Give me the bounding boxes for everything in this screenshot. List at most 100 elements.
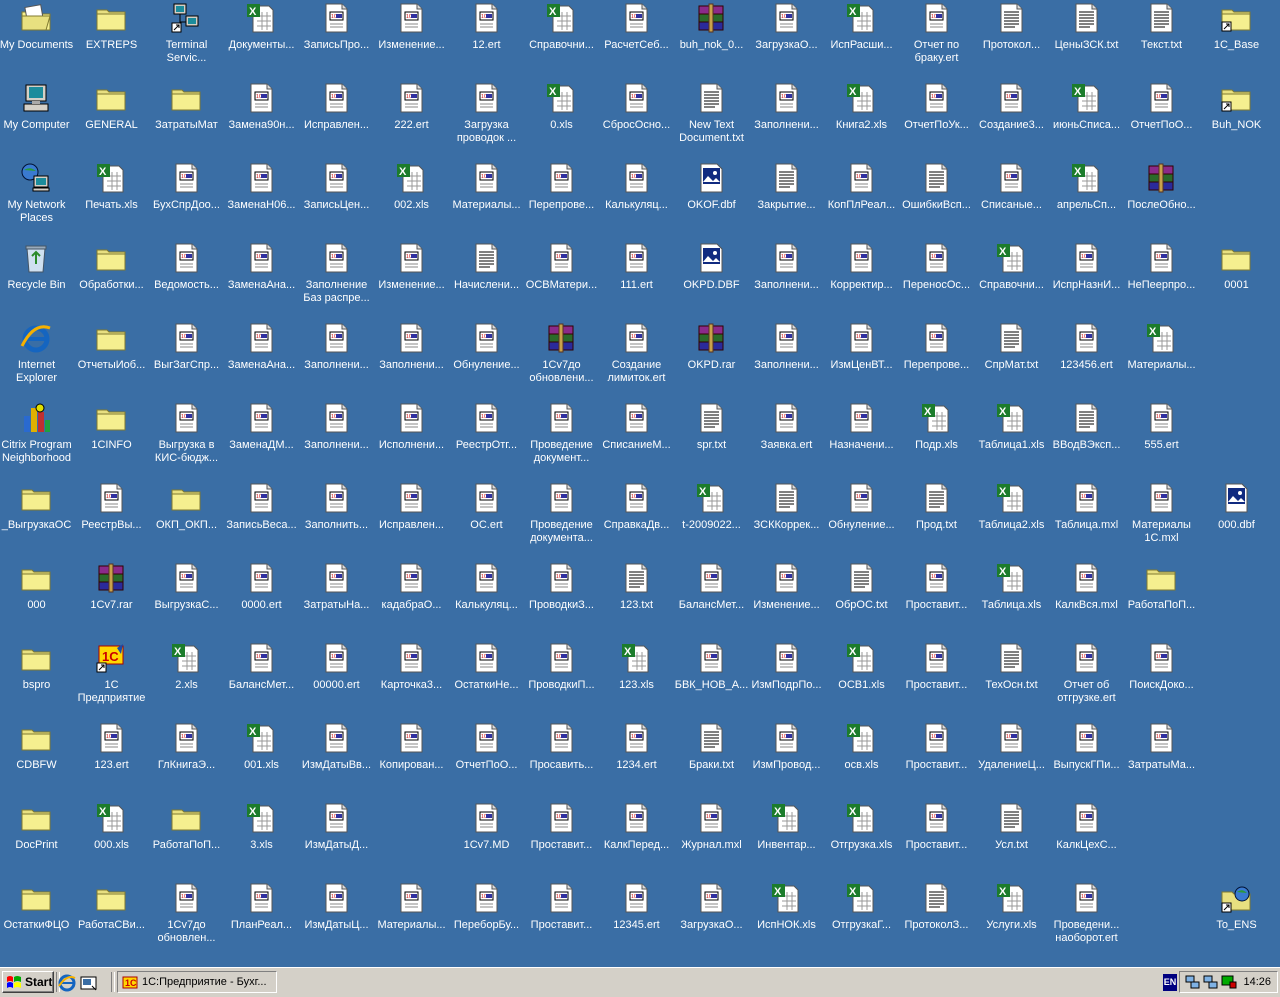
desktop-icon[interactable]: 1C РасчетСеб... — [599, 1, 674, 81]
desktop-icon[interactable]: Начислени... — [449, 241, 524, 321]
desktop-icon[interactable]: 1C Отчет об отгрузке.ert — [1049, 641, 1124, 721]
desktop-icon[interactable]: OKPD.DBF — [674, 241, 749, 321]
desktop-icon[interactable]: Terminal Servic... — [149, 1, 224, 81]
desktop-icon[interactable]: 1C ЗаменаН06... — [224, 161, 299, 241]
desktop-icon[interactable]: Обработки... — [74, 241, 149, 321]
desktop-icon[interactable]: 123.txt — [599, 561, 674, 641]
desktop-icon[interactable]: 1C ВыгЗагСпр... — [149, 321, 224, 401]
desktop-icon[interactable]: 1C Просавить... — [524, 721, 599, 801]
desktop-icon[interactable]: 1C Ведомость... — [149, 241, 224, 321]
desktop-icon[interactable]: X Справочни... — [974, 241, 1049, 321]
desktop-icon[interactable]: New Text Document.txt — [674, 81, 749, 161]
desktop-icon[interactable]: X 3.xls — [224, 801, 299, 881]
desktop-icon[interactable]: OKPD.rar — [674, 321, 749, 401]
desktop-icon[interactable]: 1C Материалы... — [449, 161, 524, 241]
desktop-icon[interactable]: Прод.txt — [899, 481, 974, 561]
desktop-icon[interactable]: 1C Проставит... — [524, 801, 599, 881]
desktop-icon[interactable]: 1C Заполнени... — [749, 321, 824, 401]
desktop-icon[interactable]: 1C Назначени... — [824, 401, 899, 481]
desktop-icon[interactable]: ТехОсн.txt — [974, 641, 1049, 721]
desktop-icon[interactable]: 1C 1Cv7.MD — [449, 801, 524, 881]
desktop-icon[interactable]: X Документы... — [224, 1, 299, 81]
desktop-icon[interactable]: 1C ЗаписьВеса... — [224, 481, 299, 561]
network-icon[interactable] — [1185, 974, 1201, 990]
desktop-icon[interactable]: РаботаПоП... — [149, 801, 224, 881]
desktop-icon[interactable]: 1C ЗагрузкаО... — [749, 1, 824, 81]
desktop-icon[interactable]: 1C Проставит... — [899, 561, 974, 641]
desktop-icon[interactable]: 1C 555.ert — [1124, 401, 1199, 481]
desktop-icon[interactable]: 1C НеПеерпро... — [1124, 241, 1199, 321]
desktop-icon[interactable]: 1C Исправлен... — [299, 81, 374, 161]
desktop-icon[interactable]: ОшибкиВсп... — [899, 161, 974, 241]
desktop-icon[interactable]: X ОСВ1.xls — [824, 641, 899, 721]
desktop-icon[interactable]: ВВодВЭксп... — [1049, 401, 1124, 481]
desktop-icon[interactable]: DocPrint — [0, 801, 74, 881]
desktop-icon[interactable]: 1C Журнал.mxl — [674, 801, 749, 881]
desktop-icon[interactable]: 1C Проставит... — [899, 721, 974, 801]
desktop-icon[interactable]: 1C Замена90н... — [224, 81, 299, 161]
desktop-icon[interactable]: 1C ЗатратыНа... — [299, 561, 374, 641]
desktop-icon[interactable]: X Услуги.xls — [974, 881, 1049, 961]
desktop-icon[interactable]: ОКП_ОКП... — [149, 481, 224, 561]
desktop-icon[interactable]: Xосв.xls — [824, 721, 899, 801]
desktop-icon[interactable]: 1C ПроводкиЗ... — [524, 561, 599, 641]
desktop-icon[interactable]: 1C 12345.ert — [599, 881, 674, 961]
desktop-icon[interactable]: CDBFW — [0, 721, 74, 801]
desktop-icon[interactable]: X Инвентар... — [749, 801, 824, 881]
desktop-icon[interactable]: 1C ОтчетПоУк... — [899, 81, 974, 161]
desktop-icon[interactable]: 1C ПереносОс... — [899, 241, 974, 321]
desktop-icon[interactable]: 1C СписаниеМ... — [599, 401, 674, 481]
desktop-icon[interactable]: 1C КопПлРеал... — [824, 161, 899, 241]
desktop-icon[interactable]: 1C 222.ert — [374, 81, 449, 161]
desktop-icon[interactable]: 1C БалансМет... — [674, 561, 749, 641]
desktop-icon[interactable]: X Подр.xls — [899, 401, 974, 481]
desktop-icon[interactable]: 1C Карточка3... — [374, 641, 449, 721]
desktop-icon[interactable]: EXTREPS — [74, 1, 149, 81]
desktop-icon[interactable]: X ИспНОК.xls — [749, 881, 824, 961]
desktop-icon[interactable]: Закрытие... — [749, 161, 824, 241]
desktop-icon[interactable]: Recycle Bin — [0, 241, 74, 321]
desktop-icon[interactable]: 1C ИзмЦенВТ... — [824, 321, 899, 401]
desktop-icon[interactable]: To_ENS — [1199, 881, 1274, 961]
start-button[interactable]: Start — [2, 971, 54, 993]
desktop-icon[interactable]: My Network Places — [0, 161, 74, 241]
desktop-icon[interactable]: 1C ЗатратыМа... — [1124, 721, 1199, 801]
desktop-icon[interactable]: 1C КалкПеред... — [599, 801, 674, 881]
desktop-icon[interactable]: 1C Заполнени... — [749, 81, 824, 161]
desktop-icon[interactable]: 1C ОСВМатери... — [524, 241, 599, 321]
desktop-icon[interactable]: 1C Корректир... — [824, 241, 899, 321]
desktop-icon[interactable]: X 2.xls — [149, 641, 224, 721]
desktop-icon[interactable]: 1C Изменение... — [749, 561, 824, 641]
desktop-icon[interactable]: X Таблица.xls — [974, 561, 1049, 641]
desktop-icon[interactable]: ПослеОбно... — [1124, 161, 1199, 241]
desktop-icon[interactable]: 1C ВыпускГПи... — [1049, 721, 1124, 801]
desktop-icon[interactable]: 1C ЗаписьЦен... — [299, 161, 374, 241]
desktop-icon[interactable]: 1C ИспрНазнИ... — [1049, 241, 1124, 321]
desktop-icon[interactable]: Усл.txt — [974, 801, 1049, 881]
desktop-icon[interactable]: X Книга2.xls — [824, 81, 899, 161]
internet-explorer-icon[interactable] — [58, 974, 76, 992]
desktop-icon[interactable]: X Справочни... — [524, 1, 599, 81]
desktop-icon[interactable]: 1C Проставит... — [899, 641, 974, 721]
desktop-icon[interactable]: 1C Создание лимиток.ert — [599, 321, 674, 401]
desktop-icon[interactable]: РаботаСВи... — [74, 881, 149, 961]
desktop-icon[interactable]: X 001.xls — [224, 721, 299, 801]
desktop-icon[interactable]: 1C БалансМет... — [224, 641, 299, 721]
desktop-icon[interactable]: 1C ГлКнигаЭ... — [149, 721, 224, 801]
desktop-icon[interactable]: Xt-2009022... — [674, 481, 749, 561]
desktop-icon[interactable]: ОстаткиФЦО — [0, 881, 74, 961]
desktop-icon[interactable]: X 0.xls — [524, 81, 599, 161]
desktop-icon[interactable]: 1C Изменение... — [374, 1, 449, 81]
desktop-icon[interactable]: X Материалы... — [1124, 321, 1199, 401]
desktop-icon[interactable]: 1C ПланРеал... — [224, 881, 299, 961]
desktop-icon[interactable]: 1C ОС.ert — [449, 481, 524, 561]
desktop-icon[interactable]: X ОтгрузкаГ... — [824, 881, 899, 961]
desktop-icon[interactable]: 1C ЗаменаАна... — [224, 321, 299, 401]
desktop-icon[interactable]: 1C СбросОсно... — [599, 81, 674, 161]
desktop-icon[interactable]: 1C Материалы 1С.mxl — [1124, 481, 1199, 561]
desktop-icon[interactable]: РаботаПоП... — [1124, 561, 1199, 641]
desktop-icon[interactable]: 1C Заполнени... — [299, 401, 374, 481]
desktop-icon[interactable]: X Печать.xls — [74, 161, 149, 241]
desktop-icon[interactable]: 1C Заполнени... — [374, 321, 449, 401]
task-button-1c[interactable]: 1C 1С:Предприятие - Бухг... — [117, 971, 277, 993]
